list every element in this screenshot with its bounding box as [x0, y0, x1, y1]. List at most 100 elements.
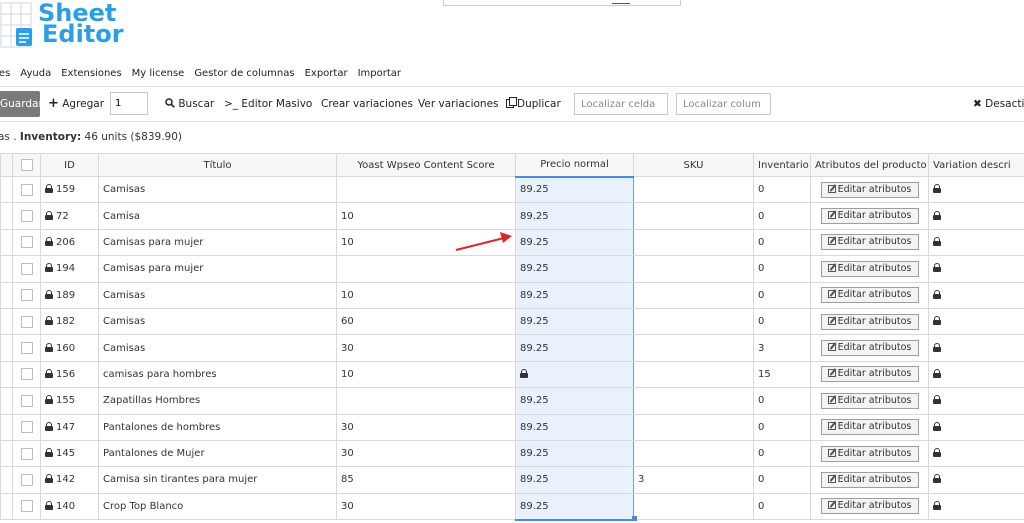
yoast-cell[interactable]: 30 [336, 492, 516, 521]
selection-fill-handle[interactable] [632, 516, 637, 521]
bulk-edit-button[interactable]: >_ Editor Masivo [224, 91, 312, 117]
row-checkbox[interactable] [20, 473, 33, 486]
row-select-cell[interactable] [12, 281, 41, 309]
row-checkbox[interactable] [20, 262, 33, 275]
edit-attributes-button[interactable]: Editar atributos [820, 181, 919, 198]
sku-cell[interactable] [633, 334, 754, 362]
menu-item-ayuda[interactable]: Ayuda [20, 67, 51, 83]
yoast-cell[interactable]: 30 [336, 334, 516, 362]
yoast-cell[interactable] [336, 387, 516, 415]
edit-attributes-button[interactable]: Editar atributos [820, 392, 919, 409]
sku-cell[interactable] [633, 492, 754, 521]
row-select-cell[interactable] [12, 175, 41, 204]
column-header-sku[interactable]: SKU [633, 153, 754, 177]
edit-attributes-button[interactable]: Editar atributos [820, 445, 919, 462]
inventory-cell[interactable]: 0 [753, 387, 811, 415]
create-variations-button[interactable]: Crear variaciones [321, 91, 413, 117]
row-select-cell[interactable] [12, 387, 41, 415]
menu-item-my-license[interactable]: My license [132, 67, 185, 83]
inventory-cell[interactable]: 3 [753, 334, 811, 362]
edit-attributes-button[interactable]: Editar atributos [820, 234, 919, 251]
inventory-cell[interactable]: 0 [753, 466, 811, 494]
inventory-cell[interactable]: 0 [753, 202, 811, 230]
menu-item-importar[interactable]: Importar [358, 67, 401, 83]
yoast-cell[interactable]: 85 [336, 466, 516, 494]
menu-item-exportar[interactable]: Exportar [305, 67, 348, 83]
row-checkbox[interactable] [20, 421, 33, 434]
price-cell[interactable]: 89.25 [515, 281, 634, 309]
inventory-cell[interactable]: 0 [753, 492, 811, 521]
find-cell-input[interactable] [574, 93, 668, 115]
column-header-variation[interactable]: Variation descri [928, 153, 1024, 177]
yoast-cell[interactable] [336, 175, 516, 204]
price-cell[interactable]: 89.25 [515, 175, 634, 204]
edit-attributes-button[interactable]: Editar atributos [820, 419, 919, 436]
row-checkbox[interactable] [20, 210, 33, 223]
row-select-cell[interactable] [12, 255, 41, 283]
price-cell[interactable] [515, 360, 634, 389]
search-button[interactable]: Buscar [165, 91, 214, 117]
title-cell[interactable]: camisas para hombres [98, 360, 337, 389]
row-select-cell[interactable] [12, 492, 41, 521]
duplicate-button[interactable]: Duplicar [506, 91, 561, 117]
price-cell[interactable]: 89.25 [515, 307, 634, 336]
inventory-cell[interactable]: 0 [753, 255, 811, 283]
yoast-cell[interactable]: 10 [336, 360, 516, 389]
sku-cell[interactable] [633, 202, 754, 230]
price-cell[interactable]: 89.25 [515, 413, 634, 441]
title-cell[interactable]: Pantalones de hombres [98, 413, 337, 441]
view-variations-button[interactable]: Ver variaciones [418, 91, 499, 117]
title-cell[interactable]: Camisas para mujer [98, 255, 337, 283]
row-select-cell[interactable] [12, 202, 41, 230]
title-cell[interactable]: Camisas para mujer [98, 228, 337, 257]
deactivate-button[interactable]: ✖ Desactiv [973, 91, 1024, 117]
inventory-cell[interactable]: 0 [753, 175, 811, 204]
edit-attributes-button[interactable]: Editar atributos [820, 366, 919, 383]
edit-attributes-button[interactable]: Editar atributos [820, 260, 919, 277]
edit-attributes-button[interactable]: Editar atributos [820, 287, 919, 304]
column-header-title[interactable]: Título [98, 153, 337, 177]
inventory-cell[interactable]: 0 [753, 439, 811, 468]
title-cell[interactable]: Crop Top Blanco [98, 492, 337, 521]
yoast-cell[interactable]: 10 [336, 281, 516, 309]
edit-attributes-button[interactable]: Editar atributos [820, 208, 919, 225]
column-header-attributes[interactable]: Atributos del producto [810, 153, 929, 177]
row-checkbox[interactable] [20, 394, 33, 407]
row-select-cell[interactable] [12, 360, 41, 389]
yoast-cell[interactable]: 10 [336, 202, 516, 230]
price-cell[interactable]: 89.25 [515, 334, 634, 362]
column-header-id[interactable]: ID [40, 153, 99, 177]
title-cell[interactable]: Zapatillas Hombres [98, 387, 337, 415]
inventory-cell[interactable]: 15 [753, 360, 811, 389]
menu-item-extensiones[interactable]: Extensiones [61, 67, 121, 83]
title-cell[interactable]: Camisas [98, 281, 337, 309]
row-select-cell[interactable] [12, 439, 41, 468]
edit-attributes-button[interactable]: Editar atributos [820, 313, 919, 330]
row-checkbox[interactable] [20, 183, 33, 196]
inventory-cell[interactable]: 0 [753, 228, 811, 257]
row-select-cell[interactable] [12, 228, 41, 257]
row-checkbox[interactable] [20, 315, 33, 328]
sku-cell[interactable]: 3 [633, 466, 754, 494]
sku-cell[interactable] [633, 439, 754, 468]
sku-cell[interactable] [633, 281, 754, 309]
price-cell[interactable]: 89.25 [515, 387, 634, 415]
menu-item-tes[interactable]: tes [0, 67, 10, 83]
sku-cell[interactable] [633, 228, 754, 257]
title-cell[interactable]: Camisa sin tirantes para mujer [98, 466, 337, 494]
row-checkbox[interactable] [20, 500, 33, 513]
title-cell[interactable]: Camisa [98, 202, 337, 230]
yoast-cell[interactable]: 30 [336, 439, 516, 468]
title-cell[interactable]: Pantalones de Mujer [98, 439, 337, 468]
row-select-cell[interactable] [12, 334, 41, 362]
row-select-cell[interactable] [12, 307, 41, 336]
edit-attributes-button[interactable]: Editar atributos [820, 471, 919, 488]
sku-cell[interactable] [633, 360, 754, 389]
add-button[interactable]: + Agregar [48, 91, 104, 117]
row-checkbox[interactable] [20, 289, 33, 302]
find-column-input[interactable] [676, 93, 771, 115]
sku-cell[interactable] [633, 413, 754, 441]
row-select-cell[interactable] [12, 413, 41, 441]
column-header-price[interactable]: Precio normal [515, 153, 634, 177]
row-checkbox[interactable] [20, 447, 33, 460]
